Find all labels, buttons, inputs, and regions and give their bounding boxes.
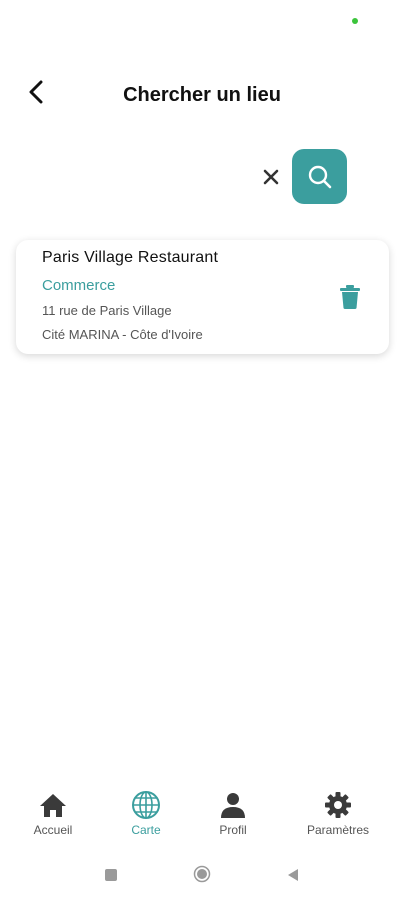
home-circle-icon[interactable] bbox=[193, 865, 211, 883]
header: Chercher un lieu bbox=[0, 70, 404, 120]
nav-item-profil[interactable]: Profil bbox=[188, 790, 278, 837]
person-icon bbox=[221, 793, 245, 818]
nav-label-parametres: Paramètres bbox=[306, 823, 370, 837]
back-triangle-icon[interactable] bbox=[285, 867, 301, 883]
place-city: Cité MARINA - Côte d'Ivoire bbox=[42, 327, 203, 342]
gear-icon bbox=[325, 792, 351, 818]
clear-search-button[interactable] bbox=[258, 164, 284, 190]
status-indicator bbox=[352, 18, 358, 24]
place-category: Commerce bbox=[42, 277, 116, 294]
delete-button[interactable] bbox=[336, 282, 364, 312]
place-address: 11 rue de Paris Village bbox=[42, 303, 172, 318]
search-icon bbox=[308, 165, 331, 188]
trash-icon bbox=[340, 285, 360, 309]
bottom-navigation: Accueil Carte Profil Paramètres bbox=[0, 790, 404, 846]
close-icon bbox=[263, 169, 279, 185]
search-button[interactable] bbox=[292, 149, 347, 204]
nav-item-accueil[interactable]: Accueil bbox=[8, 790, 98, 837]
system-navigation-bar bbox=[0, 860, 404, 890]
nav-label-carte: Carte bbox=[131, 823, 161, 837]
home-icon bbox=[40, 794, 66, 817]
nav-label-accueil: Accueil bbox=[33, 823, 73, 837]
page-title: Chercher un lieu bbox=[123, 84, 281, 106]
result-card[interactable]: Paris Village Restaurant Commerce 11 rue… bbox=[16, 240, 389, 354]
nav-item-parametres[interactable]: Paramètres bbox=[293, 790, 383, 837]
place-name: Paris Village Restaurant bbox=[42, 249, 219, 266]
nav-label-profil: Profil bbox=[219, 823, 247, 837]
nav-item-carte[interactable]: Carte bbox=[101, 790, 191, 837]
recent-apps-icon[interactable] bbox=[105, 869, 117, 881]
globe-icon bbox=[132, 791, 160, 819]
